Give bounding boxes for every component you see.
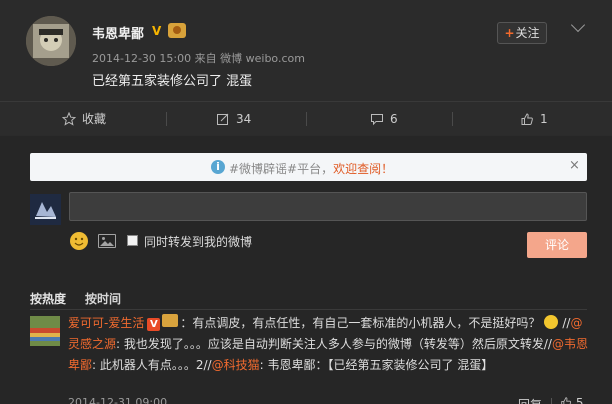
action-divider: [452, 112, 453, 126]
medal-icon: [168, 23, 186, 38]
favorite-label: 收藏: [82, 112, 107, 126]
medal-icon: [162, 314, 179, 327]
commenter-avatar[interactable]: [30, 316, 60, 346]
laugh-emoji-icon: [544, 315, 559, 329]
mention-link[interactable]: @科技猫: [212, 358, 260, 372]
sort-by-hot[interactable]: 按热度: [30, 290, 66, 307]
chevron-down-icon[interactable]: [570, 17, 586, 33]
repost-count: 34: [236, 112, 252, 126]
action-divider: [166, 112, 167, 126]
comment-input[interactable]: [69, 192, 587, 221]
action-bar: 收藏 34 6 1: [0, 101, 612, 135]
sort-by-time[interactable]: 按时间: [85, 290, 121, 307]
comment-text-4: : 此机器人有点。。。2//: [92, 358, 212, 372]
comment-panel: i #微博辟谣#平台，欢迎查阅！ × 同时转发到我的微博 评论 按热度 按时间: [0, 136, 612, 404]
source-prefix: 来自: [194, 52, 217, 65]
verified-icon: V: [152, 24, 162, 38]
repost-checkbox[interactable]: [127, 235, 138, 246]
rumor-notice: i #微博辟谣#平台，欢迎查阅！ ×: [30, 153, 587, 181]
repost-checkbox-label: 同时转发到我的微博: [144, 235, 253, 249]
post-meta: 2014-12-30 15:00 来自 微博 weibo.com: [92, 50, 305, 66]
notice-prefix[interactable]: #微博辟谣#平台，: [229, 162, 333, 176]
like-count: 1: [540, 112, 548, 126]
notice-link[interactable]: 欢迎查阅！: [333, 162, 393, 176]
post-timestamp[interactable]: 2014-12-30 15:00: [92, 52, 191, 65]
star-icon: [62, 112, 76, 126]
follow-button[interactable]: +关注: [497, 22, 547, 44]
action-divider: [306, 112, 307, 126]
comment-like-count: 5: [575, 396, 584, 404]
close-icon[interactable]: ×: [569, 158, 580, 173]
emoji-icon[interactable]: [70, 232, 88, 250]
action-divider: [551, 398, 552, 404]
comment-divider: [30, 309, 587, 310]
comment-icon: [371, 114, 383, 126]
comment-like-button[interactable]: 5: [560, 396, 583, 404]
weibo-post: 韦恩卑鄙 V 2014-12-30 15:00 来自 微博 weibo.com …: [0, 0, 612, 136]
plus-icon: +: [504, 26, 515, 40]
submit-comment-button[interactable]: 评论: [527, 232, 587, 258]
comment-text-5: : 韦恩卑鄙：【已经第五家装修公司了 混蛋】: [259, 358, 494, 372]
post-text: 已经第五家装修公司了 混蛋: [92, 74, 253, 89]
comment-text-3: : 我也发现了。。。应该是自动判断关注人多人参与的微博（转发等）然后原文转发//: [116, 337, 552, 351]
follow-label: 关注: [515, 26, 540, 40]
comment-count: 6: [390, 112, 398, 126]
repost-icon: [217, 113, 229, 125]
reply-button[interactable]: 回复: [518, 396, 542, 404]
commenter-name[interactable]: 爱可可-爱生活: [68, 316, 144, 330]
comment-text-1: ：有点调皮，有点任性，有自己一套标准的小机器人，不是挺好吗？: [180, 316, 541, 330]
notice-text: #微博辟谣#平台，欢迎查阅！: [229, 160, 393, 177]
verified-icon: V: [147, 318, 161, 331]
image-icon[interactable]: [98, 234, 116, 248]
comment-timestamp: 2014-12-31 09:00: [68, 396, 168, 404]
thumbs-up-icon: [561, 397, 572, 404]
author-name[interactable]: 韦恩卑鄙: [92, 23, 144, 42]
current-user-avatar: [30, 194, 61, 225]
comment-item: 爱可可-爱生活 V ：有点调皮，有点任性，有自己一套标准的小机器人，不是挺好吗？//…: [68, 313, 588, 376]
info-icon: i: [211, 160, 225, 174]
post-source[interactable]: 微博 weibo.com: [220, 52, 305, 65]
author-avatar[interactable]: [26, 16, 76, 66]
thumbs-up-icon: [521, 113, 533, 125]
